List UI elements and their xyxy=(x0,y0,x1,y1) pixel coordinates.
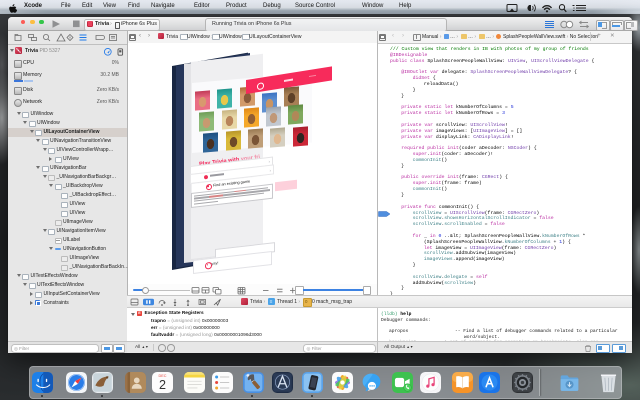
svg-text:2: 2 xyxy=(158,378,165,392)
